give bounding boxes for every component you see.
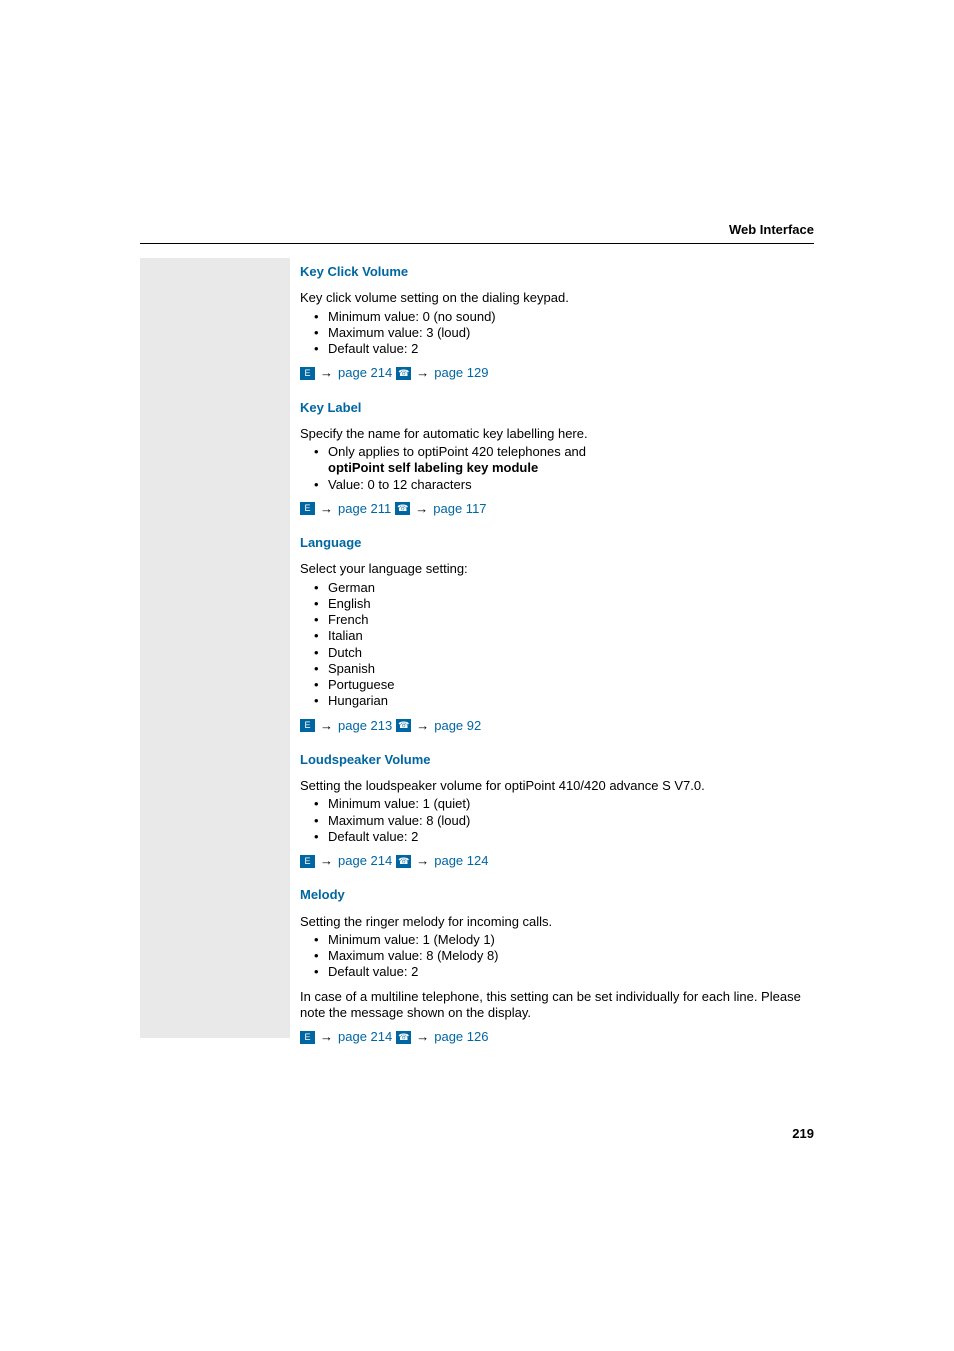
page-link[interactable]: page 214	[338, 853, 392, 869]
list-item: Maximum value: 3 (loud)	[314, 325, 814, 341]
phone-icon: ☎	[395, 502, 410, 515]
left-sidebar	[140, 258, 290, 1038]
list-item: Minimum value: 0 (no sound)	[314, 309, 814, 325]
page-link[interactable]: page 214	[338, 1029, 392, 1045]
list-item: Portuguese	[314, 677, 814, 693]
xref-row: E → page 211 ☎ → page 117	[300, 501, 814, 517]
arrow-icon: →	[415, 501, 428, 517]
arrow-icon: →	[320, 365, 333, 381]
list-item: Minimum value: 1 (quiet)	[314, 796, 814, 812]
page-link[interactable]: page 117	[433, 501, 486, 517]
arrow-icon: →	[416, 365, 429, 381]
arrow-icon: →	[320, 853, 333, 869]
list-item: Italian	[314, 628, 814, 644]
list-item: Spanish	[314, 661, 814, 677]
section-intro: Setting the loudspeaker volume for optiP…	[300, 778, 814, 794]
page-link[interactable]: page 92	[434, 718, 481, 734]
section-title-language: Language	[300, 535, 814, 551]
list-item: Dutch	[314, 645, 814, 661]
list-item: English	[314, 596, 814, 612]
list-item: French	[314, 612, 814, 628]
list-item: Default value: 2	[314, 341, 814, 357]
bullet-list: Minimum value: 1 (Melody 1) Maximum valu…	[300, 932, 814, 981]
arrow-icon: →	[320, 718, 333, 734]
list-item-bold: optiPoint self labeling key module	[328, 460, 538, 475]
section-intro: Setting the ringer melody for incoming c…	[300, 914, 814, 930]
list-item: Only applies to optiPoint 420 telephones…	[314, 444, 814, 477]
web-icon: E	[300, 502, 315, 515]
list-item: Default value: 2	[314, 829, 814, 845]
list-item: Minimum value: 1 (Melody 1)	[314, 932, 814, 948]
header-title: Web Interface	[140, 222, 814, 244]
list-item: Default value: 2	[314, 964, 814, 980]
web-icon: E	[300, 719, 315, 732]
web-icon: E	[300, 367, 315, 380]
bullet-list: Minimum value: 1 (quiet) Maximum value: …	[300, 796, 814, 845]
arrow-icon: →	[320, 501, 333, 517]
section-intro: Key click volume setting on the dialing …	[300, 290, 814, 306]
page-link[interactable]: page 124	[434, 853, 488, 869]
section-title-loudspeaker-volume: Loudspeaker Volume	[300, 752, 814, 768]
page-link[interactable]: page 129	[434, 365, 488, 381]
section-intro: Specify the name for automatic key label…	[300, 426, 814, 442]
bullet-list: Minimum value: 0 (no sound) Maximum valu…	[300, 309, 814, 358]
page-link[interactable]: page 213	[338, 718, 392, 734]
arrow-icon: →	[416, 1029, 429, 1045]
page-link[interactable]: page 126	[434, 1029, 488, 1045]
web-icon: E	[300, 1031, 315, 1044]
section-title-melody: Melody	[300, 887, 814, 903]
phone-icon: ☎	[396, 367, 411, 380]
list-item: Hungarian	[314, 693, 814, 709]
phone-icon: ☎	[396, 719, 411, 732]
bullet-list: German English French Italian Dutch Span…	[300, 580, 814, 710]
page-link[interactable]: page 214	[338, 365, 392, 381]
list-item: Maximum value: 8 (Melody 8)	[314, 948, 814, 964]
web-icon: E	[300, 855, 315, 868]
page-header: Web Interface	[140, 222, 814, 244]
section-extra-para: In case of a multiline telephone, this s…	[300, 989, 814, 1022]
xref-row: E → page 214 ☎ → page 124	[300, 853, 814, 869]
section-intro: Select your language setting:	[300, 561, 814, 577]
section-title-key-label: Key Label	[300, 400, 814, 416]
list-item: German	[314, 580, 814, 596]
list-item: Maximum value: 8 (loud)	[314, 813, 814, 829]
phone-icon: ☎	[396, 855, 411, 868]
bullet-list: Only applies to optiPoint 420 telephones…	[300, 444, 814, 493]
list-item-text: Only applies to optiPoint 420 telephones…	[328, 444, 586, 459]
xref-row: E → page 214 ☎ → page 129	[300, 365, 814, 381]
xref-row: E → page 214 ☎ → page 126	[300, 1029, 814, 1045]
section-title-key-click-volume: Key Click Volume	[300, 264, 814, 280]
phone-icon: ☎	[396, 1031, 411, 1044]
page-number: 219	[792, 1126, 814, 1141]
arrow-icon: →	[416, 853, 429, 869]
list-item: Value: 0 to 12 characters	[314, 477, 814, 493]
xref-row: E → page 213 ☎ → page 92	[300, 718, 814, 734]
page-link[interactable]: page 211	[338, 501, 391, 517]
main-content: Key Click Volume Key click volume settin…	[300, 258, 814, 1047]
arrow-icon: →	[320, 1029, 333, 1045]
arrow-icon: →	[416, 718, 429, 734]
